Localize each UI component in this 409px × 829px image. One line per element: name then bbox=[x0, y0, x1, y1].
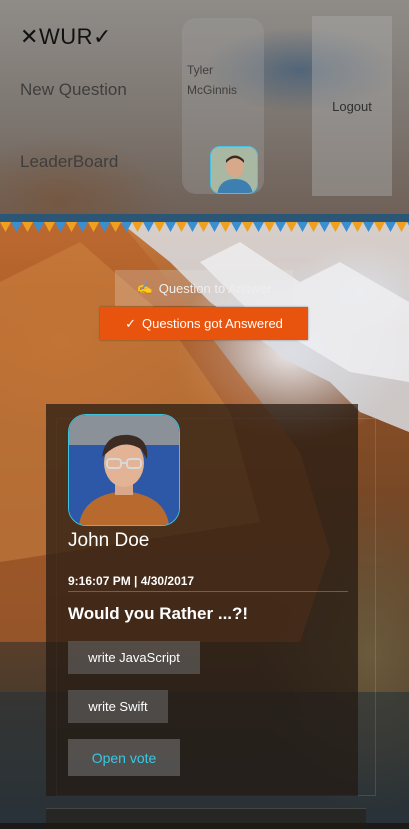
tab-question-to-answer-label: Question to Answer bbox=[158, 280, 272, 296]
brand-prefix: ✕ bbox=[20, 24, 39, 49]
bunting-flag bbox=[242, 222, 253, 232]
check-icon: ✓ bbox=[125, 315, 136, 331]
bunting-flag bbox=[55, 222, 66, 232]
author-avatar-image bbox=[69, 415, 179, 525]
question-title: Would you Rather ...?! bbox=[68, 604, 249, 623]
tab-question-to-answer[interactable]: ✍ Question to Answer bbox=[115, 270, 293, 306]
question-timestamp: 9:16:07 PM | 4/30/2017 bbox=[68, 574, 195, 588]
header-divider bbox=[0, 214, 409, 222]
bunting-flag bbox=[187, 222, 198, 232]
top-nav: ✕WUR✓ New Question LeaderBoard Tyler McG… bbox=[0, 0, 409, 214]
edit-icon: ✍ bbox=[136, 280, 153, 295]
bunting-flag bbox=[330, 222, 341, 232]
card-separator bbox=[68, 591, 348, 592]
bunting-flag bbox=[253, 222, 264, 232]
bunting-flag bbox=[297, 222, 308, 232]
open-vote-button[interactable]: Open vote bbox=[68, 739, 180, 776]
user-avatar-image bbox=[211, 147, 257, 193]
bunting-flag bbox=[264, 222, 275, 232]
bunting-flag bbox=[88, 222, 99, 232]
bunting-flag bbox=[33, 222, 44, 232]
bunting-flag bbox=[121, 222, 132, 232]
bunting-flag bbox=[132, 222, 143, 232]
bunting-flag bbox=[308, 222, 319, 232]
nav-new-question[interactable]: New Question bbox=[20, 78, 130, 102]
author-avatar bbox=[68, 414, 180, 526]
nav-leaderboard[interactable]: LeaderBoard bbox=[20, 150, 118, 174]
bunting-decoration bbox=[0, 222, 409, 232]
tab-questions-got-answered[interactable]: ✓ Questions got Answered bbox=[100, 307, 308, 340]
user-profile-card: Tyler McGinnis bbox=[182, 18, 264, 194]
bunting-flag bbox=[99, 222, 110, 232]
bunting-flag bbox=[165, 222, 176, 232]
question-card: John Doe 9:16:07 PM | 4/30/2017 Would yo… bbox=[46, 404, 358, 796]
bunting-flag bbox=[363, 222, 374, 232]
bunting-flag bbox=[385, 222, 396, 232]
brand-logo[interactable]: ✕WUR✓ bbox=[20, 24, 112, 50]
bunting-flag bbox=[176, 222, 187, 232]
bunting-flag bbox=[154, 222, 165, 232]
tab-questions-got-answered-label: Questions got Answered bbox=[141, 316, 283, 331]
author-name: John Doe bbox=[68, 530, 150, 551]
bunting-flag bbox=[209, 222, 220, 232]
bunting-flag bbox=[374, 222, 385, 232]
logout-button[interactable]: Logout bbox=[312, 16, 392, 196]
bunting-flag bbox=[319, 222, 330, 232]
bunting-flag bbox=[66, 222, 77, 232]
user-name: Tyler McGinnis bbox=[187, 63, 238, 97]
bunting-flag bbox=[198, 222, 209, 232]
next-question-card bbox=[46, 808, 366, 829]
bunting-flag bbox=[44, 222, 55, 232]
bunting-flag bbox=[396, 222, 407, 232]
bunting-flag bbox=[143, 222, 154, 232]
bunting-flag bbox=[231, 222, 242, 232]
bunting-flag bbox=[77, 222, 88, 232]
bunting-flag bbox=[275, 222, 286, 232]
bunting-flag bbox=[11, 222, 22, 232]
bunting-flag bbox=[286, 222, 297, 232]
bunting-flag bbox=[110, 222, 121, 232]
bunting-flag bbox=[0, 222, 11, 232]
bunting-flag bbox=[220, 222, 231, 232]
option-one-button[interactable]: write JavaScript bbox=[68, 641, 200, 674]
brand-suffix: ✓ bbox=[92, 24, 112, 49]
bunting-flag bbox=[341, 222, 352, 232]
bunting-flag bbox=[352, 222, 363, 232]
user-avatar bbox=[210, 146, 258, 194]
bunting-flag bbox=[22, 222, 33, 232]
brand-text: WUR bbox=[38, 24, 93, 49]
option-two-button[interactable]: write Swift bbox=[68, 690, 168, 723]
